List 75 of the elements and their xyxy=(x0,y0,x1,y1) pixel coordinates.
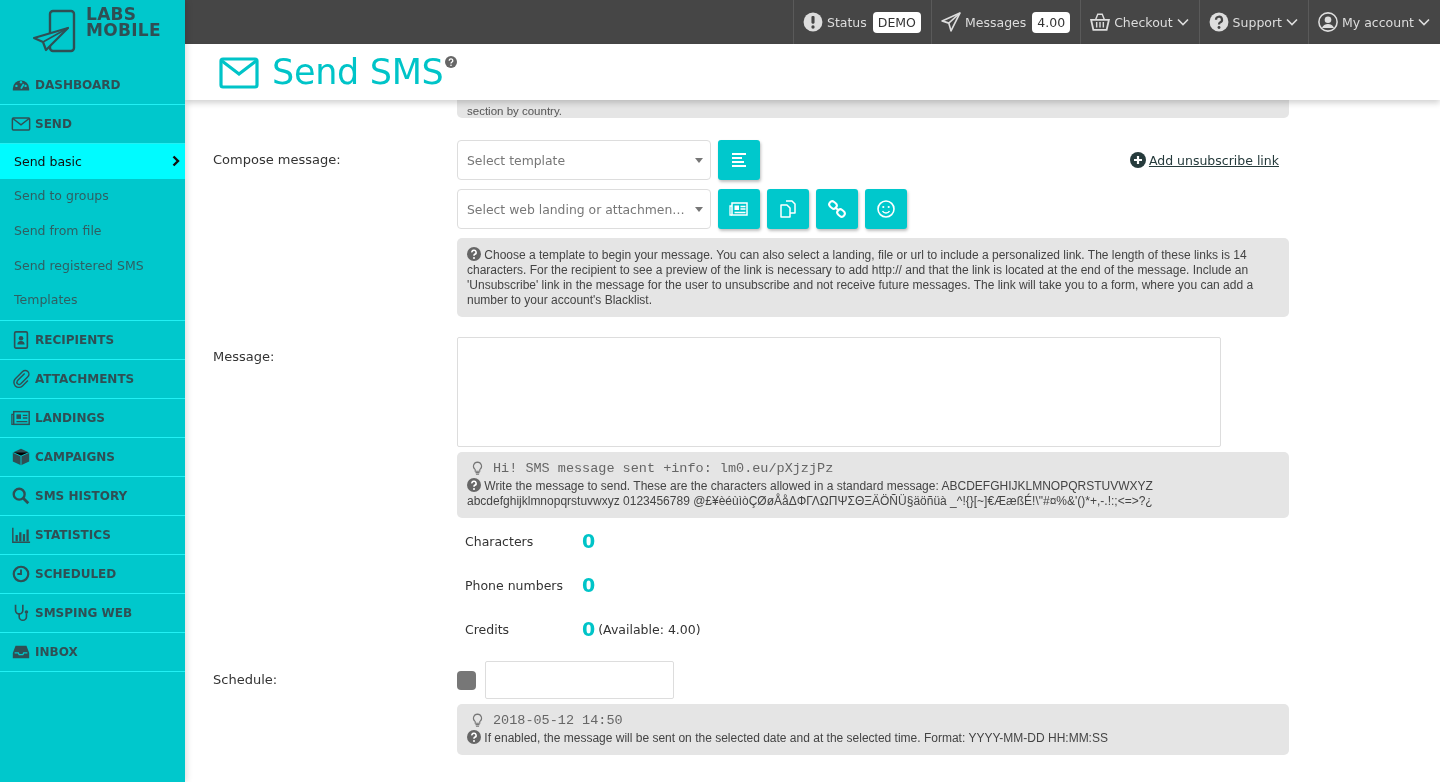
help-icon xyxy=(467,247,481,261)
field-label: Message: xyxy=(213,348,276,366)
sidebar-subitem[interactable]: Send basic xyxy=(0,144,185,179)
sidebar-item[interactable]: INBOX xyxy=(0,632,185,672)
help-text: If enabled, the message will be sent on the selected date and at the selected time. Format: YYYY-MM-DD HH:MM:SS xyxy=(467,730,1279,746)
link-icon xyxy=(826,198,848,220)
cube-icon xyxy=(11,446,31,467)
chevron-down-icon xyxy=(1418,18,1430,26)
help-icon xyxy=(467,478,481,492)
chevron-down-icon xyxy=(1286,18,1299,26)
user-circle-icon xyxy=(1318,12,1339,32)
question-circle-icon xyxy=(1208,12,1229,32)
paperclip-icon xyxy=(11,368,31,389)
caret-down-icon xyxy=(695,157,703,163)
example-text: 2018-05-12 14:50 xyxy=(467,713,1279,728)
message-field[interactable] xyxy=(457,337,1221,447)
help-text: Write the message to send. These are the characters allowed in a standard message: ABCDEFGHIJKLMNOPQRSTUVWXYZ abcdefghijklmnopqrstuvwxyz 0123456789 @£¥èéùìòÇØøÅåΔΦΓΛΩΠΨΣΘΞÄÖÑÜ§äöñüà _^!{}[~]€ÆæßÉ!\"#¤%&'()*+,-.!:;<=>?¿ xyxy=(467,478,1154,509)
template-button[interactable] xyxy=(718,140,760,180)
address-book-icon xyxy=(11,329,31,350)
file-button[interactable] xyxy=(767,189,809,229)
envelope-icon xyxy=(11,114,31,134)
logo-text: MOBILE xyxy=(86,22,161,38)
chevron-down-icon xyxy=(1176,18,1189,26)
landing-button[interactable] xyxy=(718,189,760,229)
emoji-button[interactable] xyxy=(865,189,907,229)
help-text: Choose a template to begin your message. You can also select a landing, file or url to include a personalized link. The length of these links is 14 characters. For the recipient to see a preview of the link is necessary to add http:// and that the link is located at the end of the message. Include an 'Unsubscribe' link in the message for the user to unsubscribe and not receive future messages. The link will take you to a form, where you can add a number to your account's Blacklist. xyxy=(467,247,1255,308)
sidebar-item[interactable]: SMS HISTORY xyxy=(0,476,185,516)
field-label: Schedule: xyxy=(213,671,279,689)
basket-icon xyxy=(1090,12,1111,32)
lightbulb-icon xyxy=(472,461,483,476)
paper-plane-icon xyxy=(940,12,961,32)
lightbulb-icon xyxy=(472,713,483,728)
sidebar-subitem[interactable]: Templates xyxy=(0,282,185,317)
sidebar-item[interactable]: STATISTICS xyxy=(0,515,185,555)
link-button[interactable] xyxy=(816,189,858,229)
sidebar-item[interactable]: RECIPIENTS xyxy=(0,320,185,360)
date-field[interactable] xyxy=(485,661,674,699)
plus-circle-icon xyxy=(1129,152,1146,168)
sidebar-item[interactable]: SMSPING WEB xyxy=(0,593,185,633)
clock-icon xyxy=(11,563,31,584)
sidebar-item[interactable]: SCHEDULED xyxy=(0,554,185,594)
counter-note: (Available: 4.00) xyxy=(598,621,701,637)
help-text: section by country. xyxy=(467,105,563,117)
sidebar-item[interactable]: CAMPAIGNS xyxy=(0,437,185,477)
counter-label: Phone numbers xyxy=(465,577,564,593)
files-icon xyxy=(777,198,799,220)
sidebar-item[interactable]: DASHBOARD xyxy=(0,66,185,105)
count-badge: 4.00 xyxy=(1032,11,1071,33)
counter-label: Credits xyxy=(465,621,511,637)
sidebar-item[interactable]: ATTACHMENTS xyxy=(0,359,185,399)
help-icon xyxy=(444,56,457,68)
field-label: Compose message: xyxy=(213,151,342,169)
chevron-right-icon xyxy=(172,155,180,168)
caret-down-icon xyxy=(695,206,703,212)
sidebar-subitem[interactable]: Send registered SMS xyxy=(0,247,185,283)
page-title: Send SMS xyxy=(272,52,444,92)
sidebar-subitem[interactable]: Send from file xyxy=(0,213,185,248)
counter-value: 0 xyxy=(582,574,596,596)
count-badge: DEMO xyxy=(872,11,921,33)
sidebar-subitem[interactable]: Send to groups xyxy=(0,178,185,214)
search-icon xyxy=(11,485,31,506)
envelope-icon xyxy=(219,57,259,89)
select-field[interactable]: Select web landing or attachmen… xyxy=(457,189,711,229)
select-field[interactable]: Select template xyxy=(457,140,711,180)
help-icon xyxy=(467,730,481,744)
counter-label: Characters xyxy=(465,533,535,549)
counter-value: 0 xyxy=(582,618,596,640)
exclamation-circle-icon xyxy=(802,12,823,32)
checkbox[interactable] xyxy=(457,670,476,690)
counter-value: 0 xyxy=(582,530,596,552)
sidebar-item[interactable]: LANDINGS xyxy=(0,398,185,438)
unsubscribe-link[interactable]: Add unsubscribe link xyxy=(1129,152,1279,168)
example-text: Hi! SMS message sent +info: lm0.eu/pXjzjPz xyxy=(467,461,1279,476)
logo-text: LABS xyxy=(86,6,137,22)
smiley-icon xyxy=(875,198,897,220)
